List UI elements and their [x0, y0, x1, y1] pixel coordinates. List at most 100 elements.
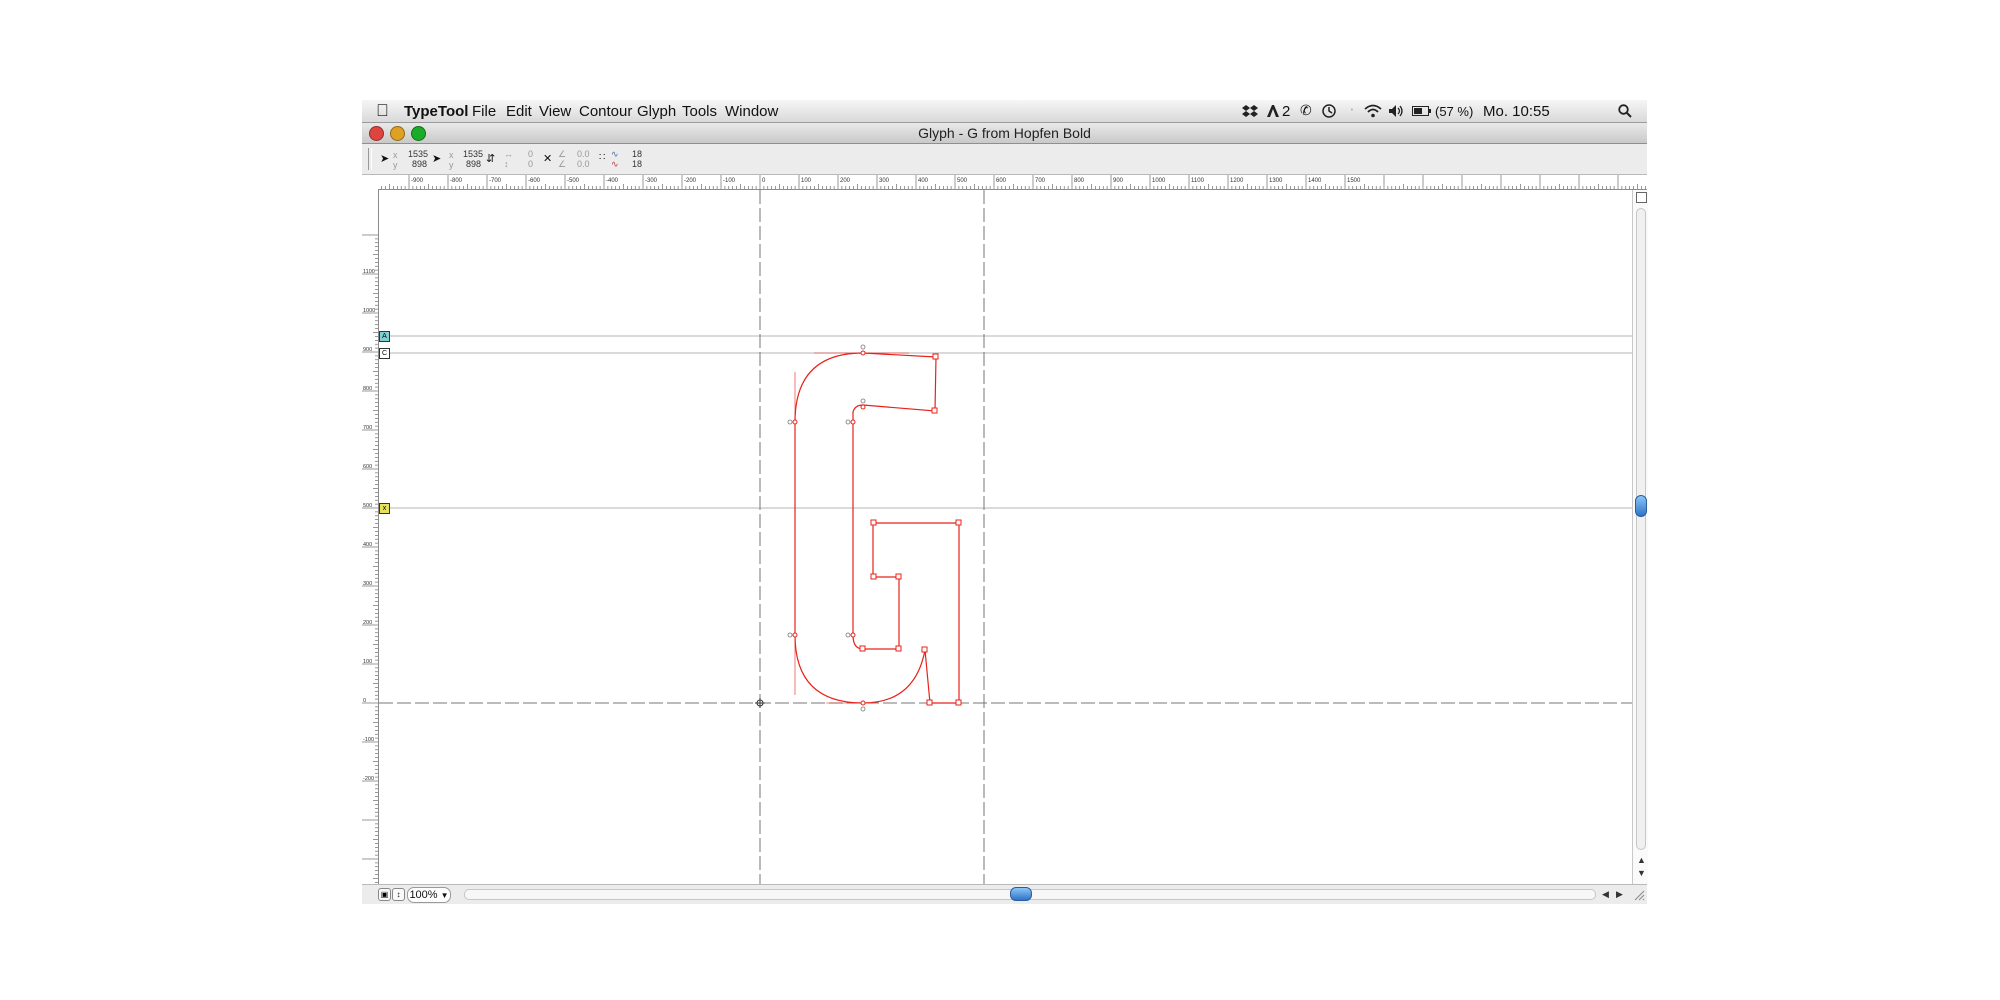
h-ruler-label: -200	[684, 178, 697, 184]
bluetooth-icon[interactable]: ᛫	[1348, 103, 1356, 118]
phone-icon[interactable]: ✆	[1300, 102, 1312, 119]
vertical-ruler[interactable]: 1100 1000 900 800 700 600 500 400 300 200 100 0 -100…	[362, 189, 379, 884]
menu-file[interactable]: File	[472, 103, 496, 120]
toolbar-grip[interactable]	[368, 148, 372, 170]
dist-h-icon: ↔	[504, 149, 513, 159]
menu-glyph[interactable]: Glyph	[637, 103, 676, 120]
x-height-badge[interactable]: x	[379, 503, 390, 514]
h-ruler-label: 500	[957, 178, 968, 184]
glyph-canvas[interactable]: A C x	[379, 190, 1632, 884]
node-pointer-icon[interactable]: ➤	[432, 152, 441, 165]
dropbox-icon[interactable]	[1242, 104, 1258, 118]
zoom-select[interactable]: 100% ▼	[407, 887, 451, 903]
knife-tool-icon[interactable]: ✕	[543, 152, 552, 165]
angle-b-value: 0.0	[577, 159, 590, 169]
battery-icon[interactable]	[1412, 105, 1432, 117]
node-y-value: 898	[466, 159, 482, 169]
toggle-panel-icon[interactable]	[1636, 192, 1647, 203]
menubar:  TypeTool File Edit View Contour Glyph …	[362, 100, 1647, 123]
scroll-up-icon[interactable]: ▲	[1637, 855, 1646, 865]
menu-window[interactable]: Window	[725, 103, 778, 120]
ruler-corner[interactable]	[362, 175, 379, 190]
h-ruler-label: 1000	[1152, 178, 1166, 184]
h-ruler-label: 1500	[1347, 178, 1361, 184]
origin-marker	[755, 698, 765, 708]
volume-icon[interactable]	[1388, 104, 1404, 118]
angle-a-value: 0.0	[577, 149, 590, 159]
h-ruler-label: 1200	[1230, 178, 1244, 184]
chevron-down-icon: ▼	[440, 891, 449, 900]
glyph-nodes	[792, 350, 962, 706]
metrics-icon[interactable]: ↕	[392, 888, 405, 901]
h-ruler-label: -800	[450, 178, 463, 184]
h-ruler-label: -700	[489, 178, 502, 184]
h-ruler-label: -600	[528, 178, 541, 184]
scroll-right-icon[interactable]: ▶	[1616, 889, 1623, 900]
adobe-updater-icon[interactable]	[1266, 104, 1280, 118]
h-ruler-label: 100	[801, 178, 812, 184]
dist-v-icon: ↕	[504, 159, 509, 169]
h-ruler-label: 800	[1074, 178, 1085, 184]
menu-edit[interactable]: Edit	[506, 103, 532, 120]
h-ruler-label: -400	[606, 178, 619, 184]
cursor-y-label: y	[393, 160, 398, 170]
h-ruler-label: 400	[918, 178, 929, 184]
h-ruler-label: 700	[1035, 178, 1046, 184]
grid-b-value: 18	[632, 159, 643, 169]
apple-logo-icon[interactable]: 	[376, 101, 389, 121]
window-titlebar[interactable]: Glyph - G from Hopfen Bold	[362, 123, 1647, 144]
h-ruler-label: 1300	[1269, 178, 1283, 184]
battery-percentage: (57 %)	[1435, 104, 1474, 119]
adobe-badge: 2	[1282, 103, 1291, 120]
h-ruler-label: 1400	[1308, 178, 1322, 184]
vertical-scrollbar[interactable]: ▲ ▼	[1632, 190, 1648, 884]
h-ruler-label: 600	[996, 178, 1007, 184]
scroll-down-icon[interactable]: ▼	[1637, 868, 1646, 878]
dist-v-value: 0	[528, 159, 534, 169]
pointer-tool-icon[interactable]: ➤	[380, 152, 389, 165]
spotlight-search-icon[interactable]	[1618, 104, 1632, 118]
zoom-value: 100%	[409, 889, 438, 901]
grid-icon[interactable]: ∷	[599, 152, 605, 163]
node-y-label: y	[449, 160, 454, 170]
menu-typetool[interactable]: TypeTool	[404, 103, 468, 120]
node-x-label: x	[449, 150, 454, 160]
info-toolbar: ➤ x y 1535 898 ➤ x y 1535 898 ⇵ ↔ ↕ 0 0 …	[362, 144, 1647, 175]
window-title: Glyph - G from Hopfen Bold	[918, 125, 1091, 141]
h-ruler-label: 300	[879, 178, 890, 184]
typetool-app:  TypeTool File Edit View Contour Glyph …	[362, 100, 1648, 904]
measure-tool-icon[interactable]: ⇵	[486, 152, 495, 165]
bottom-bar: ▣ ↕ 100% ▼ ◀ ▶	[362, 884, 1647, 904]
glyph-outline	[794, 352, 960, 704]
dist-h-value: 0	[528, 149, 534, 159]
cursor-y-value: 898	[412, 159, 428, 169]
menu-contour[interactable]: Contour	[579, 103, 632, 120]
vertical-scroll-thumb[interactable]	[1635, 495, 1647, 517]
h-ruler-label: -900	[411, 178, 424, 184]
resize-grip-icon[interactable]	[1633, 889, 1645, 901]
lock-icon[interactable]: ▣	[378, 888, 391, 901]
horizontal-ruler[interactable]: -900 -800 -700 -600 -500 -400 -300 -200 -100 0 100…	[378, 175, 1647, 190]
caps-height-badge[interactable]: C	[379, 348, 390, 359]
h-ruler-label: 0	[762, 178, 766, 184]
cursor-x-value: 1535	[408, 149, 429, 159]
h-ruler-label: -500	[567, 178, 580, 184]
h-ruler-label: 900	[1113, 178, 1124, 184]
h-ruler-label: 200	[840, 178, 851, 184]
menu-view[interactable]: View	[539, 103, 571, 120]
grid-a-value: 18	[632, 149, 643, 159]
horizontal-scroll-thumb[interactable]	[1010, 887, 1032, 901]
control-handles	[794, 352, 909, 704]
angle-b-icon: ∠	[558, 159, 567, 169]
wifi-icon[interactable]	[1364, 104, 1382, 118]
vertical-scroll-track[interactable]	[1636, 208, 1646, 850]
h-ruler-label: -300	[645, 178, 658, 184]
grid-b-icon: ∿	[611, 159, 619, 169]
h-ruler-label: 1100	[1191, 178, 1205, 184]
menubar-clock[interactable]: Mo. 10:55	[1483, 103, 1550, 120]
time-machine-icon[interactable]	[1322, 104, 1336, 118]
node-x-value: 1535	[463, 149, 484, 159]
scroll-left-icon[interactable]: ◀	[1602, 889, 1609, 900]
menu-tools[interactable]: Tools	[682, 103, 717, 120]
ascender-badge[interactable]: A	[379, 331, 390, 342]
